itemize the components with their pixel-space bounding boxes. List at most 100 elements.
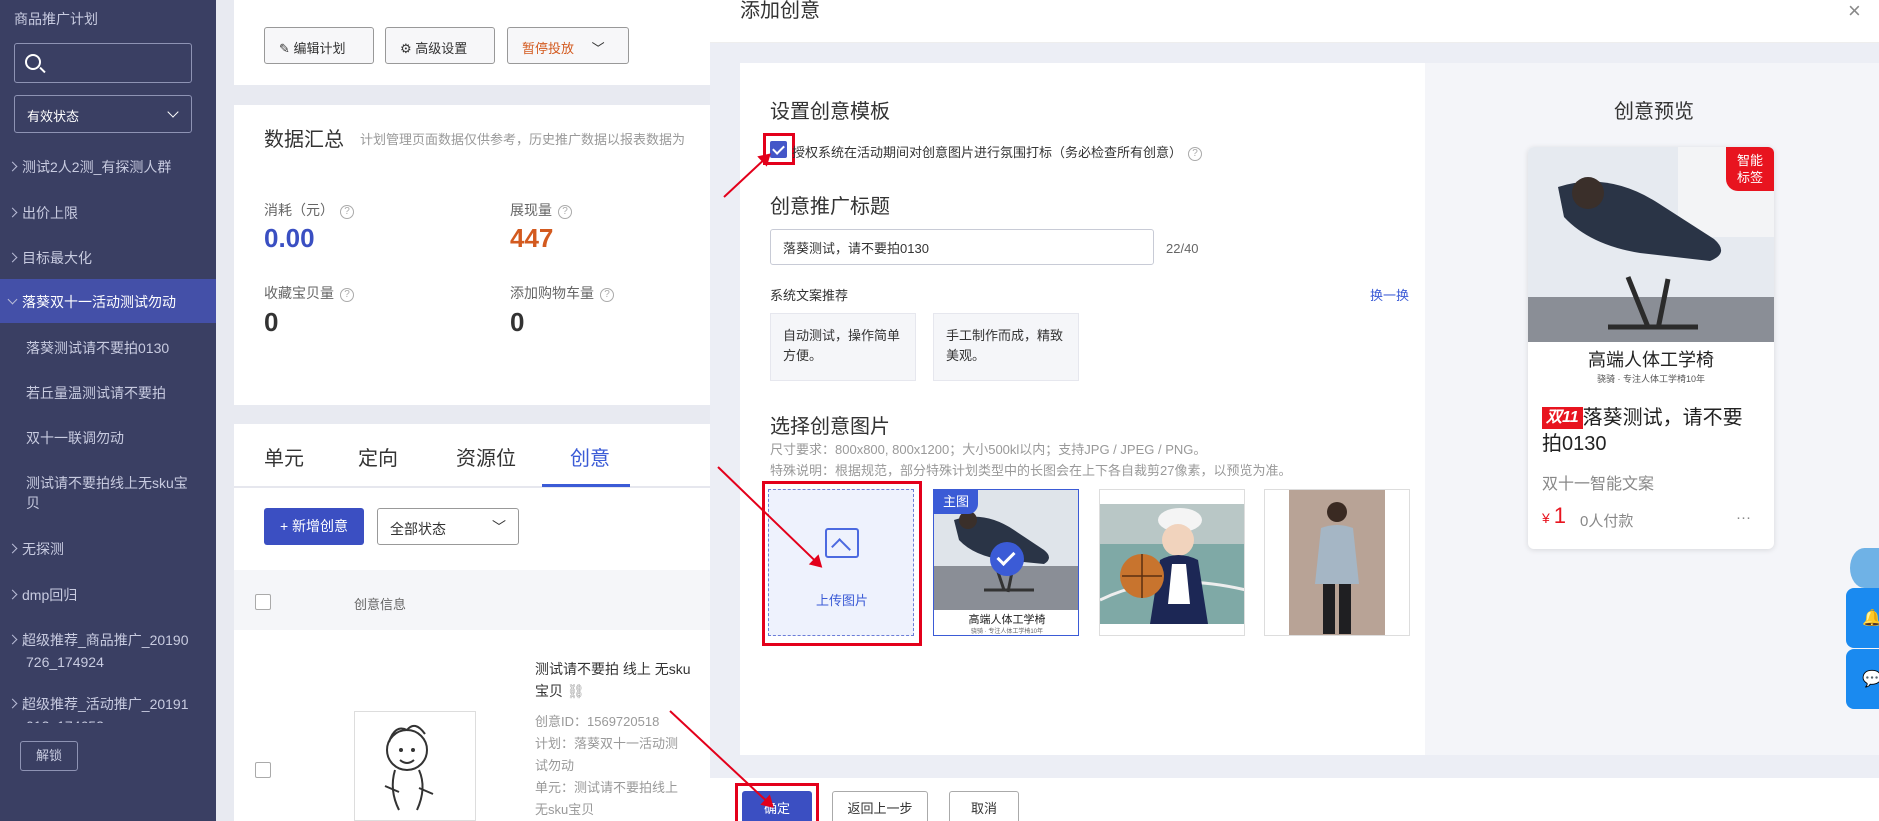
pause-select[interactable]: 暂停投放 ﹀ (507, 27, 629, 64)
image-special-hint: 特殊说明：根据规范，部分特殊计划类型中的长图会在上下各自裁剪27像素，以预览为准… (770, 463, 1292, 478)
sidebar-item-label: 测试2人2测_有探测人群 (22, 159, 172, 175)
chevron-down-icon (167, 106, 179, 118)
status-filter-select[interactable]: 全部状态 ﹀ (377, 508, 519, 545)
tab-placement[interactable]: 资源位 (456, 442, 516, 471)
sidebar-item-label: 落葵测试请不要拍0130 (26, 340, 170, 356)
tab-active-indicator (542, 484, 630, 487)
impression-label: 展现量? (510, 200, 572, 220)
creative-image-option[interactable] (1099, 489, 1245, 636)
creative-title: 测试请不要拍 线上 无sku 宝贝 ⛓ (535, 658, 705, 702)
advanced-settings-button[interactable]: ⚙ 高级设置 (385, 27, 495, 64)
preview-subtitle: 双十一智能文案 (1542, 476, 1655, 493)
row-checkbox[interactable] (255, 762, 271, 778)
chevron-right-icon (7, 207, 18, 218)
sidebar-item[interactable]: 出价上限 (0, 203, 216, 223)
edit-plan-button[interactable]: ✎ 编辑计划 (264, 27, 374, 64)
status-select-value: 有效状态 (27, 109, 80, 124)
price-value: 1 (1553, 503, 1566, 528)
sidebar-item[interactable]: dmp回归 (0, 585, 216, 605)
suggestion-card[interactable]: 手工制作而成，精致美观。 (933, 313, 1079, 381)
gear-icon: ⚙ (400, 41, 412, 56)
sidebar-item[interactable]: 目标最大化 (0, 248, 216, 268)
impression-value: 447 (510, 223, 554, 253)
creative-id: 创意ID：1569720518 (535, 714, 660, 729)
help-icon[interactable]: ? (558, 205, 572, 219)
creative-title-line2: 宝贝 (535, 683, 563, 699)
tab-creative[interactable]: 创意 (570, 442, 610, 471)
title-char-count: 22/40 (1166, 241, 1199, 256)
sidebar-subitem[interactable]: 测试请不要拍线上无sku宝贝 (0, 473, 216, 513)
sidebar-item-active[interactable]: 落葵双十一活动测试勿动 (0, 279, 216, 323)
sidebar-item-label-line2: 012_174652 (0, 715, 216, 723)
chat-float-button[interactable]: 💬 (1846, 649, 1879, 709)
creative-form (740, 63, 1425, 755)
creative-plan-line2: 试勿动 (535, 758, 575, 773)
help-icon[interactable]: ? (340, 205, 354, 219)
bell-icon: 🔔 (1862, 610, 1879, 627)
cart-label-text: 添加购物车量 (510, 285, 594, 301)
chair-caption: 高端人体工学椅 (969, 612, 1046, 626)
highlight-box (762, 481, 922, 646)
help-icon[interactable]: ? (1188, 147, 1203, 161)
image-heading: 选择创意图片 (770, 416, 890, 438)
sidebar-item[interactable]: 测试2人2测_有探测人群 (0, 157, 216, 177)
advanced-label: 高级设置 (415, 41, 468, 56)
sidebar-item[interactable]: 超级推荐_活动推广_20191 012_174652 (0, 693, 216, 723)
creative-image-option[interactable] (1264, 489, 1410, 636)
sidebar-item-label: 若丘量温测试请不要拍 (26, 385, 166, 401)
preview-caption: 高端人体工学椅 (1588, 350, 1714, 370)
authorize-label: 授权系统在活动期间对创意图片进行氛围打标（务必检查所有创意）? (792, 142, 1203, 161)
creative-thumbnail (354, 711, 476, 821)
preview-title: 双11 落葵测试，请不要 拍0130 (1542, 405, 1764, 457)
main-image-badge: 主图 (934, 490, 978, 514)
sidebar-item[interactable]: 无探测 (0, 539, 216, 559)
suggestion-card[interactable]: 自动测试，操作简单方便。 (770, 313, 916, 381)
smart-tag-line1: 智能 (1736, 153, 1763, 168)
preview-heading: 创意预览 (1614, 101, 1694, 123)
selected-check-icon (990, 542, 1024, 576)
favorite-value: 0 (264, 307, 279, 337)
sidebar-subitem[interactable]: 双十一联调勿动 (0, 428, 216, 448)
unlock-button[interactable]: 解锁 (20, 741, 78, 771)
more-icon[interactable]: ··· (1736, 509, 1751, 526)
sidebar-item-label: 超级推荐_商品推广_20190 (22, 632, 189, 648)
chevron-down-icon: ﹀ (492, 519, 506, 535)
refresh-link[interactable]: 换一换 (1370, 285, 1409, 304)
help-icon[interactable]: ? (600, 288, 614, 302)
tab-targeting[interactable]: 定向 (358, 442, 398, 471)
help-icon[interactable]: ? (340, 288, 354, 302)
favorite-label: 收藏宝贝量? (264, 283, 354, 303)
select-all-checkbox[interactable] (255, 594, 271, 610)
currency-symbol: ¥ (1542, 510, 1550, 526)
chevron-down-icon (7, 294, 18, 305)
cart-label: 添加购物车量? (510, 283, 614, 303)
status-select[interactable]: 有效状态 (14, 95, 192, 133)
cancel-button[interactable]: 取消 (949, 791, 1019, 821)
mascot-icon[interactable] (1850, 548, 1879, 588)
sidebar-subitem[interactable]: 落葵测试请不要拍0130 (0, 338, 216, 358)
preview-caption-sub: 骁骑 · 专注人体工学椅10年 (1597, 373, 1705, 384)
chevron-right-icon (7, 589, 18, 600)
sidebar-subitem[interactable]: 若丘量温测试请不要拍 (0, 383, 216, 403)
creative-image-option-selected[interactable]: 高端人体工学椅 骁骑 · 专注人体工学椅10年 主图 (933, 489, 1079, 636)
preview-price: ¥ 1 (1542, 503, 1566, 529)
back-button[interactable]: 返回上一步 (832, 791, 928, 821)
smart-tag-line2: 标签 (1736, 170, 1763, 185)
summary-title: 数据汇总 (264, 129, 344, 151)
creative-title-input[interactable] (770, 229, 1154, 265)
close-icon[interactable]: × (1848, 0, 1861, 24)
add-creative-button[interactable]: + 新增创意 (264, 508, 364, 545)
tab-unit[interactable]: 单元 (264, 442, 304, 471)
dialog-header: 添加创意 × (710, 0, 1879, 43)
link-icon[interactable]: ⛓ (567, 683, 585, 699)
chevron-right-icon (7, 543, 18, 554)
preview-title-line1: 落葵测试，请不要 (1582, 407, 1743, 429)
sidebar-search-input[interactable] (14, 43, 192, 83)
sidebar-item[interactable]: 超级推荐_商品推广_20190 726_174924 (0, 629, 216, 673)
chat-icon: 💬 (1862, 671, 1879, 688)
sidebar-item-label: 双十一联调勿动 (26, 430, 124, 446)
chevron-right-icon (7, 634, 18, 645)
notification-float-button[interactable]: 🔔 (1846, 588, 1879, 648)
edit-icon: ✎ (279, 41, 290, 56)
chevron-right-icon (7, 252, 18, 263)
